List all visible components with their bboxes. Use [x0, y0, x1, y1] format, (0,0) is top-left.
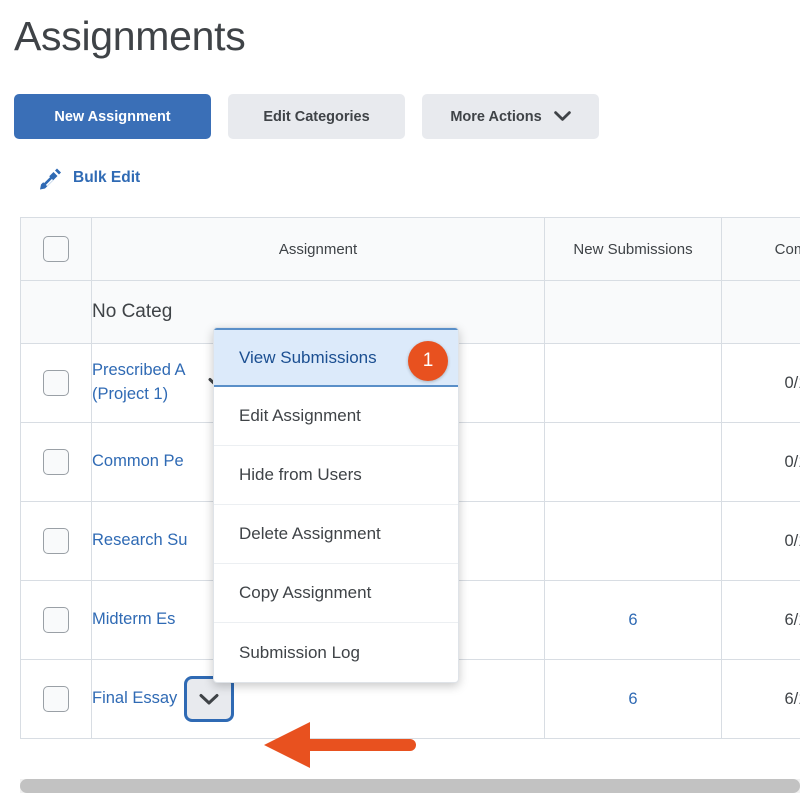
- row-completed: 6/12: [721, 580, 800, 660]
- column-header-assignment[interactable]: Assignment: [91, 217, 545, 281]
- menu-item-submission-log[interactable]: Submission Log: [214, 623, 458, 682]
- row-checkbox[interactable]: [43, 686, 69, 712]
- category-select-cell: [20, 280, 92, 344]
- column-header-completed[interactable]: Comple: [721, 217, 800, 281]
- menu-item-delete-assignment[interactable]: Delete Assignment: [214, 505, 458, 564]
- select-all-checkbox[interactable]: [43, 236, 69, 262]
- row-checkbox[interactable]: [43, 449, 69, 475]
- row-new-submissions: [544, 501, 722, 581]
- assignment-link[interactable]: Final Essay: [92, 687, 177, 711]
- scrollbar-thumb[interactable]: [20, 779, 800, 793]
- more-actions-label: More Actions: [450, 108, 542, 125]
- assignment-link[interactable]: Common Pe: [92, 450, 184, 474]
- category-new-cell: [544, 280, 722, 344]
- toolbar: New Assignment Edit Categories More Acti…: [0, 57, 800, 139]
- menu-item-hide-from-users[interactable]: Hide from Users: [214, 446, 458, 505]
- edit-categories-button[interactable]: Edit Categories: [228, 94, 405, 139]
- row-select-cell: [20, 580, 92, 660]
- page-title: Assignments: [14, 13, 246, 59]
- row-select-cell: [20, 501, 92, 581]
- bulk-edit-button[interactable]: Bulk Edit: [38, 166, 140, 190]
- more-actions-button[interactable]: More Actions: [422, 94, 599, 139]
- row-completed: 0/12: [721, 343, 800, 423]
- row-new-submissions: [544, 343, 722, 423]
- select-all-header: [20, 217, 92, 281]
- table-header: Assignment New Submissions Comple: [20, 217, 800, 281]
- row-new-submissions: [544, 422, 722, 502]
- assignment-link-line2[interactable]: (Project 1): [92, 383, 168, 407]
- step-badge-1: 1: [408, 341, 448, 381]
- row-select-cell: [20, 659, 92, 739]
- row-checkbox[interactable]: [43, 370, 69, 396]
- row-select-cell: [20, 422, 92, 502]
- row-checkbox[interactable]: [43, 607, 69, 633]
- assignment-link[interactable]: Research Su: [92, 529, 187, 553]
- menu-item-copy-assignment[interactable]: Copy Assignment: [214, 564, 458, 623]
- table-header-row: Assignment New Submissions Comple: [20, 217, 800, 281]
- pencil-edit-icon: [38, 166, 63, 190]
- row-context-menu-button[interactable]: [185, 677, 234, 721]
- row-checkbox[interactable]: [43, 528, 69, 554]
- menu-item-edit-assignment[interactable]: Edit Assignment: [214, 387, 458, 446]
- row-select-cell: [20, 343, 92, 423]
- bulk-edit-row: Bulk Edit: [0, 139, 800, 195]
- row-new-submissions[interactable]: 6: [544, 659, 722, 739]
- row-completed: 0/12: [721, 501, 800, 581]
- row-completed: 6/12: [721, 659, 800, 739]
- chevron-down-icon: [553, 111, 571, 122]
- row-completed: 0/12: [721, 422, 800, 502]
- assignment-link[interactable]: Midterm Es: [92, 608, 175, 632]
- category-completed-cell: [721, 280, 800, 344]
- new-assignment-button[interactable]: New Assignment: [14, 94, 211, 139]
- row-new-submissions[interactable]: 6: [544, 580, 722, 660]
- column-header-new-submissions[interactable]: New Submissions: [544, 217, 722, 281]
- assignment-link[interactable]: Prescribed A: [92, 359, 186, 383]
- assignment-context-menu: View Submissions Edit Assignment Hide fr…: [213, 327, 459, 683]
- horizontal-scrollbar[interactable]: [20, 779, 800, 793]
- bulk-edit-label: Bulk Edit: [73, 169, 141, 186]
